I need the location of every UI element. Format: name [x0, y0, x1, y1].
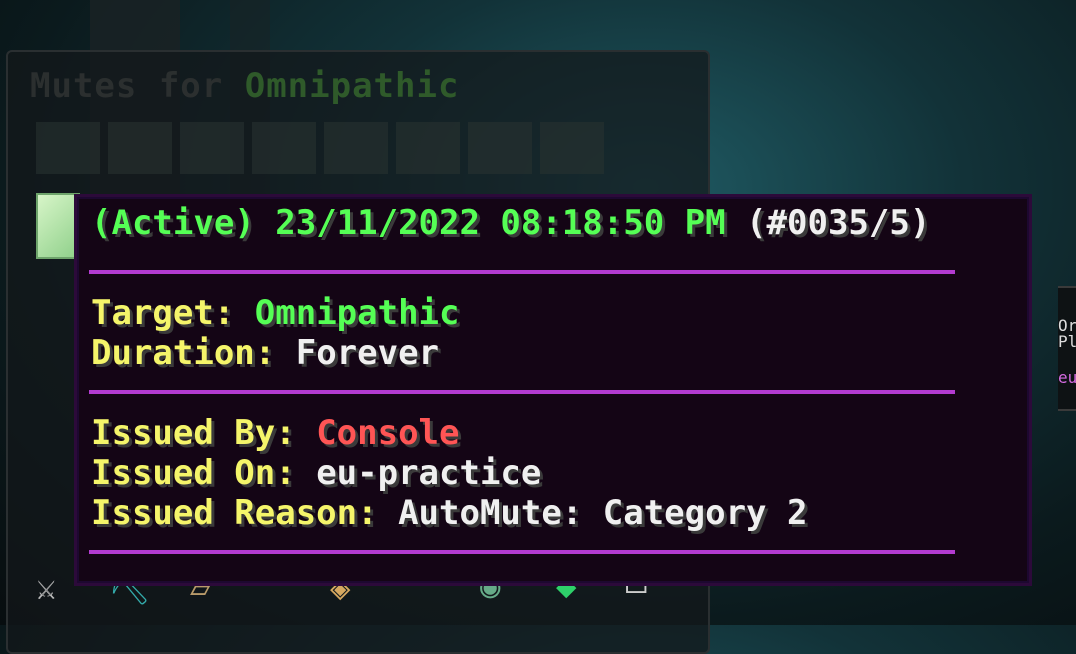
inventory-slot[interactable]: [252, 122, 316, 174]
inventory-slot[interactable]: [108, 122, 172, 174]
tooltip-header: (Active) 23/11/2022 08:18:50 PM (#0035/5…: [91, 203, 930, 243]
title-prefix: Mutes for: [30, 66, 224, 106]
sword-icon[interactable]: ⚔: [36, 568, 56, 608]
issued-on-label: Issued On:: [91, 453, 296, 493]
issued-reason-label: Issued Reason:: [91, 493, 378, 533]
inventory-slot[interactable]: [180, 122, 244, 174]
duration-line: Duration: Forever: [91, 333, 439, 373]
issued-by-value: Console: [316, 413, 460, 453]
tooltip-separator: [89, 270, 955, 274]
side-panel-line: eu: [1058, 368, 1076, 387]
issued-by-label: Issued By:: [91, 413, 296, 453]
inventory-slot[interactable]: [468, 122, 532, 174]
target-label: Target:: [91, 293, 235, 333]
issued-on-value: eu-practice: [316, 453, 542, 493]
tooltip-separator: [89, 390, 955, 394]
mute-datetime: 23/11/2022 08:18:50 PM: [275, 203, 726, 243]
duration-label: Duration:: [91, 333, 276, 373]
mute-id: (#0035/5): [746, 203, 931, 243]
inventory-slot-row: [36, 122, 604, 174]
side-scoreboard-panel: Or Pl eu: [1058, 286, 1076, 411]
inventory-slot[interactable]: [36, 122, 100, 174]
duration-value: Forever: [295, 333, 440, 373]
issued-reason-line: Issued Reason: AutoMute: Category 2: [91, 493, 807, 533]
issued-by-line: Issued By: Console: [91, 413, 459, 453]
tooltip-separator: [89, 550, 955, 554]
target-line: Target: Omnipathic: [91, 293, 459, 333]
target-value: Omnipathic: [254, 293, 460, 333]
inventory-title: Mutes for Omnipathic: [30, 66, 459, 106]
title-player-name: Omnipathic: [244, 66, 460, 106]
mute-status: (Active): [91, 203, 255, 243]
issued-on-line: Issued On: eu-practice: [91, 453, 541, 493]
inventory-slot[interactable]: [396, 122, 460, 174]
inventory-slot[interactable]: [324, 122, 388, 174]
issued-reason-value: AutoMute: Category 2: [398, 493, 808, 533]
side-panel-line: Pl: [1058, 332, 1076, 351]
mute-details-tooltip: (Active) 23/11/2022 08:18:50 PM (#0035/5…: [74, 194, 1032, 586]
inventory-slot[interactable]: [540, 122, 604, 174]
